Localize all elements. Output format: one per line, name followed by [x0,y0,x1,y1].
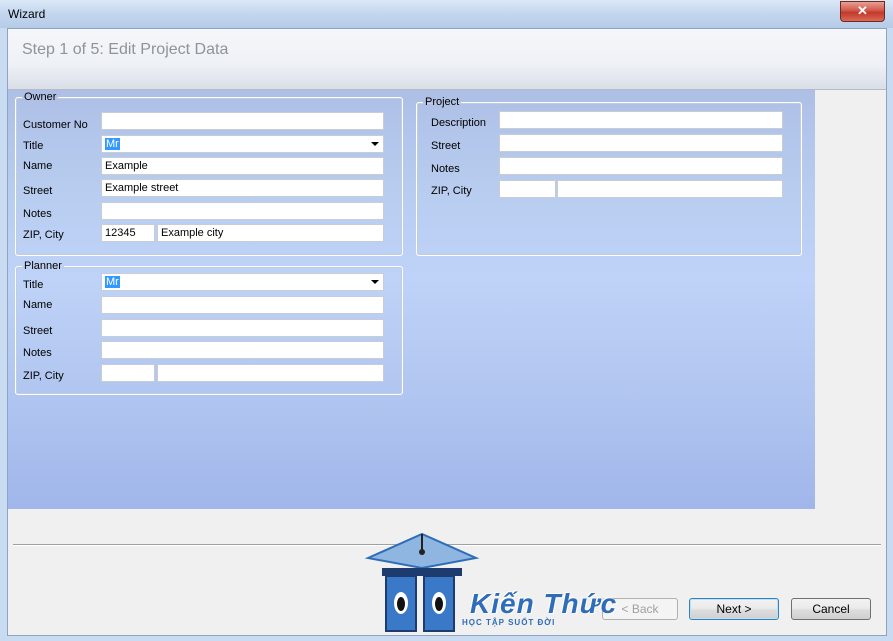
window-title: Wizard [8,7,46,21]
owner-customer-no-label: Customer No [23,119,88,131]
owner-title-select[interactable]: Mr [101,135,384,153]
planner-title-value: Mr [105,276,120,288]
planner-notes-input[interactable] [101,341,384,359]
planner-zip-input[interactable] [101,364,155,382]
window-titlebar: Wizard ✕ [0,0,893,28]
watermark-tagline: HỌC TẬP SUỐT ĐỜI [462,618,556,627]
owner-title-value: Mr [105,138,120,150]
planner-zip-city-label: ZIP, City [23,370,64,382]
planner-street-input[interactable] [101,319,384,337]
owner-zip-city-label: ZIP, City [23,229,64,241]
planner-legend: Planner [24,260,62,272]
owner-city-input[interactable]: Example city [157,224,384,242]
planner-title-select[interactable]: Mr [101,273,384,291]
wizard-content: Owner Customer No Title Mr Name Example … [8,90,815,509]
wizard-header: Step 1 of 5: Edit Project Data [8,29,886,90]
owner-street-input[interactable]: Example street [101,179,384,197]
project-description-input[interactable] [499,111,783,129]
cancel-button[interactable]: Cancel [791,598,871,620]
owner-legend: Owner [24,91,57,103]
watermark-brand: Kiến Thức [470,588,618,619]
project-zip-city-label: ZIP, City [431,185,472,197]
owner-notes-label: Notes [23,208,52,220]
planner-name-input[interactable] [101,296,384,314]
project-zip-input[interactable] [499,180,556,198]
chevron-down-icon[interactable] [371,280,379,284]
owner-customer-no-input[interactable] [101,112,384,130]
owner-title-label: Title [23,140,44,152]
owner-name-input[interactable]: Example [101,157,384,175]
close-icon[interactable]: ✕ [840,1,885,22]
planner-name-label: Name [23,299,53,311]
project-notes-label: Notes [431,163,460,175]
project-description-label: Description [431,117,487,129]
owner-zip-input[interactable]: 12345 [101,224,155,242]
step-title: Step 1 of 5: Edit Project Data [22,41,229,58]
planner-city-input[interactable] [157,364,384,382]
project-city-input[interactable] [557,180,783,198]
planner-notes-label: Notes [23,347,52,359]
next-button[interactable]: Next > [689,598,779,620]
project-legend: Project [425,96,460,108]
owner-name-label: Name [23,160,53,172]
project-notes-input[interactable] [499,157,783,175]
planner-title-label: Title [23,279,44,291]
project-street-label: Street [431,140,461,152]
owner-street-label: Street [23,185,53,197]
chevron-down-icon[interactable] [371,142,379,146]
planner-street-label: Street [23,325,53,337]
project-street-input[interactable] [499,134,783,152]
owner-notes-input[interactable] [101,202,384,220]
